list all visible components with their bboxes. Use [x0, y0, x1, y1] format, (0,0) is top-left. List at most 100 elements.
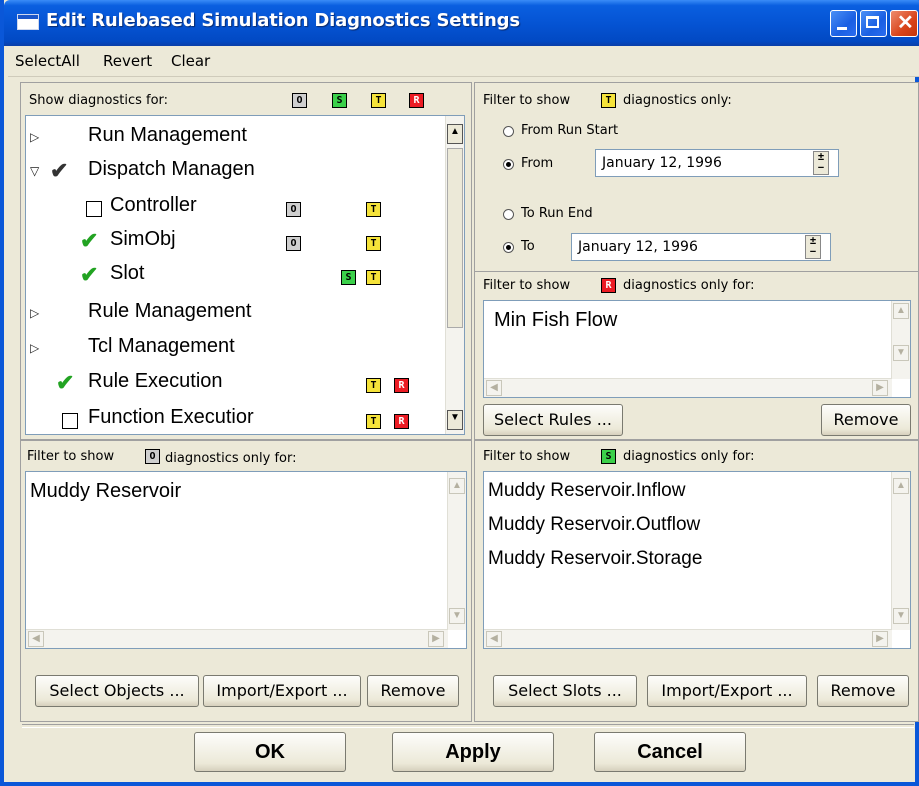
scroll-up-icon[interactable]: ▲ — [893, 303, 909, 319]
expand-icon[interactable]: ▷ — [30, 306, 39, 320]
close-button[interactable]: ✕ — [890, 10, 918, 37]
tree-vertical-scrollbar[interactable]: ▲ ▼ — [445, 116, 464, 434]
scroll-left-icon[interactable]: ◀ — [28, 631, 44, 647]
object-list[interactable]: Muddy Reservoir ▲ ▼ ◀ ▶ — [25, 471, 467, 649]
tree-item-function-execution[interactable]: Function Executior T R — [30, 406, 430, 434]
tree-item-rule-management[interactable]: ▷ Rule Management — [30, 300, 430, 334]
list-item[interactable]: Muddy Reservoir.Outflow — [488, 514, 700, 536]
rule-badge-icon: R — [409, 93, 424, 108]
menu-revert[interactable]: Revert — [103, 52, 152, 70]
timestep-filter-label-prefix: Filter to show — [483, 93, 571, 108]
tree-item-label: Dispatch Managen — [88, 158, 255, 180]
to-date-field[interactable]: January 12, 1996 — [571, 233, 831, 261]
scroll-down-icon[interactable]: ▼ — [447, 410, 463, 430]
rule-vertical-scrollbar[interactable]: ▲ ▼ — [891, 301, 910, 379]
menu-clear[interactable]: Clear — [171, 52, 210, 70]
menu-select-all[interactable]: SelectAll — [15, 52, 80, 70]
rule-filter-label-prefix: Filter to show — [483, 278, 571, 293]
to-run-end-radio[interactable] — [503, 209, 514, 220]
minimize-icon — [837, 27, 847, 30]
unchecked-box-icon[interactable] — [86, 201, 102, 217]
tree-item-slot[interactable]: ✔ Slot S T — [30, 262, 430, 296]
ok-button[interactable]: OK — [194, 732, 346, 772]
object-badge-icon: O — [286, 236, 301, 251]
from-date-field[interactable]: January 12, 1996 — [595, 149, 839, 177]
import-export-slots-button[interactable]: Import/Export ... — [647, 675, 807, 707]
remove-slot-button[interactable]: Remove — [817, 675, 909, 707]
list-item[interactable]: Muddy Reservoir — [30, 480, 181, 503]
tree-item-label: Tcl Management — [88, 335, 235, 357]
tree-item-run-management[interactable]: ▷ Run Management — [30, 124, 430, 158]
unchecked-box-icon[interactable] — [62, 413, 78, 429]
remove-object-button[interactable]: Remove — [367, 675, 459, 707]
slot-list[interactable]: Muddy Reservoir.Inflow Muddy Reservoir.O… — [483, 471, 911, 649]
timestep-badge-icon: T — [366, 378, 381, 393]
to-date-spinner[interactable]: ± − — [805, 235, 821, 259]
tree-item-controller[interactable]: Controller O T — [30, 194, 430, 228]
maximize-button[interactable] — [860, 10, 887, 37]
list-item[interactable]: Muddy Reservoir.Storage — [488, 548, 702, 570]
object-horizontal-scrollbar[interactable]: ◀ ▶ — [26, 629, 448, 648]
tree-item-label: Run Management — [88, 124, 247, 146]
from-run-start-label: From Run Start — [521, 123, 619, 138]
diagnostics-tree[interactable]: ▷ Run Management ▽ ✔ Dispatch Managen Co… — [25, 115, 465, 435]
slot-filter-panel: Filter to show S diagnostics only for: M… — [474, 440, 919, 722]
check-icon[interactable]: ✔ — [80, 262, 98, 288]
scroll-down-icon[interactable]: ▼ — [893, 345, 909, 361]
slot-badge-icon: S — [332, 93, 347, 108]
show-diagnostics-panel: Show diagnostics for: O S T R ▷ Run Mana… — [20, 82, 472, 440]
rule-filter-panel: Filter to show R diagnostics only for: M… — [474, 272, 919, 440]
tree-item-label: Rule Management — [88, 300, 252, 322]
object-vertical-scrollbar[interactable]: ▲ ▼ — [447, 472, 466, 630]
expand-icon[interactable]: ▷ — [30, 341, 39, 355]
from-date-spinner[interactable]: ± − — [813, 151, 829, 175]
from-run-start-radio[interactable] — [503, 126, 514, 137]
scroll-down-icon[interactable]: ▼ — [893, 608, 909, 624]
object-badge-icon: O — [286, 202, 301, 217]
scroll-up-icon[interactable]: ▲ — [893, 478, 909, 494]
tree-item-label: Function Executior — [88, 406, 254, 428]
scroll-left-icon[interactable]: ◀ — [486, 380, 502, 396]
cancel-button[interactable]: Cancel — [594, 732, 746, 772]
tree-item-rule-execution[interactable]: ✔ Rule Execution T R — [30, 370, 430, 404]
slot-vertical-scrollbar[interactable]: ▲ ▼ — [891, 472, 910, 630]
scroll-right-icon[interactable]: ▶ — [428, 631, 444, 647]
partial-check-icon[interactable]: ✔ — [50, 158, 68, 184]
check-icon[interactable]: ✔ — [80, 228, 98, 254]
tree-item-dispatch-management[interactable]: ▽ ✔ Dispatch Managen — [30, 158, 430, 192]
rule-list[interactable]: Min Fish Flow ▲ ▼ ◀ ▶ — [483, 300, 911, 398]
to-radio[interactable] — [503, 242, 514, 253]
scroll-down-icon[interactable]: ▼ — [449, 608, 465, 624]
timestep-badge-icon: T — [366, 414, 381, 429]
apply-button[interactable]: Apply — [392, 732, 554, 772]
from-label: From — [521, 156, 554, 171]
rule-filter-label-suffix: diagnostics only for: — [623, 278, 755, 293]
scroll-right-icon[interactable]: ▶ — [872, 380, 888, 396]
select-rules-button[interactable]: Select Rules ... — [483, 404, 623, 436]
minimize-button[interactable] — [830, 10, 857, 37]
check-icon[interactable]: ✔ — [56, 370, 74, 396]
scroll-thumb[interactable] — [447, 148, 463, 328]
tree-item-label: SimObj — [110, 228, 176, 250]
rule-horizontal-scrollbar[interactable]: ◀ ▶ — [484, 378, 892, 397]
list-item[interactable]: Muddy Reservoir.Inflow — [488, 480, 685, 502]
slot-horizontal-scrollbar[interactable]: ◀ ▶ — [484, 629, 892, 648]
timestep-filter-label-suffix: diagnostics only: — [623, 93, 732, 108]
collapse-icon[interactable]: ▽ — [30, 164, 39, 178]
remove-rule-button[interactable]: Remove — [821, 404, 911, 436]
title-bar[interactable]: Edit Rulebased Simulation Diagnostics Se… — [4, 0, 919, 46]
import-export-objects-button[interactable]: Import/Export ... — [203, 675, 361, 707]
from-radio[interactable] — [503, 159, 514, 170]
scroll-up-icon[interactable]: ▲ — [447, 124, 463, 144]
scroll-left-icon[interactable]: ◀ — [486, 631, 502, 647]
scroll-up-icon[interactable]: ▲ — [449, 478, 465, 494]
tree-item-tcl-management[interactable]: ▷ Tcl Management — [30, 335, 430, 369]
list-item[interactable]: Min Fish Flow — [494, 309, 617, 332]
select-objects-button[interactable]: Select Objects ... — [35, 675, 199, 707]
scroll-right-icon[interactable]: ▶ — [872, 631, 888, 647]
timestep-filter-panel: Filter to show T diagnostics only: From … — [474, 82, 919, 272]
window-title: Edit Rulebased Simulation Diagnostics Se… — [46, 10, 520, 31]
tree-item-simobj[interactable]: ✔ SimObj O T — [30, 228, 430, 262]
expand-icon[interactable]: ▷ — [30, 130, 39, 144]
select-slots-button[interactable]: Select Slots ... — [493, 675, 637, 707]
